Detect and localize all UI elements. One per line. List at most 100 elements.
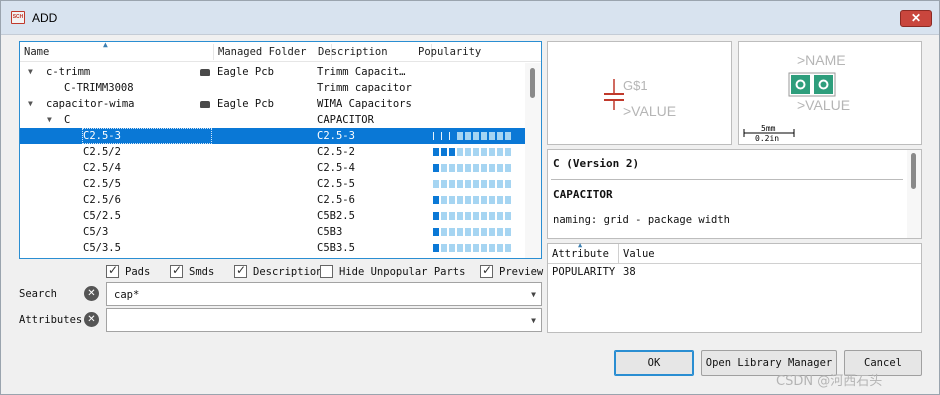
app-icon-label: SCH [12, 14, 24, 20]
pads-checkbox[interactable] [106, 263, 119, 278]
popularity-segment [465, 212, 471, 220]
attributes-input[interactable]: ▼ [106, 308, 542, 332]
symbol-preview[interactable]: G$1 >VALUE [547, 41, 732, 145]
value-column-header[interactable]: Value [623, 248, 655, 260]
column-header-popularity[interactable]: Popularity [418, 46, 481, 58]
popularity-segment [449, 148, 455, 156]
managed-folder: Eagle Pcb [217, 66, 274, 78]
table-row[interactable]: ▼ c-trimm Eagle Pcb Trimm Capacit… [20, 64, 525, 80]
title-bar: SCH ADD ✕ [1, 1, 939, 35]
popularity-segment [449, 164, 455, 172]
device-naming: naming: grid - package width [553, 214, 731, 226]
table-row[interactable]: C5/3 C5B3 [20, 224, 525, 240]
popularity-segment [465, 196, 471, 204]
popularity-segment [481, 148, 487, 156]
popularity-segment [489, 244, 495, 252]
expand-triangle-icon[interactable]: ▼ [47, 114, 52, 126]
clear-search-icon[interactable]: ✕ [84, 286, 99, 301]
table-row[interactable]: C2.5/6 C2.5-6 [20, 192, 525, 208]
table-row[interactable]: ▼ capacitor-wima Eagle Pcb WIMA Capacitors [20, 96, 525, 112]
popularity-bar [433, 212, 513, 220]
device-title: C (Version 2) [553, 157, 640, 170]
popularity-segment [457, 132, 463, 140]
popularity-segment [497, 228, 503, 236]
popularity-segment [457, 196, 463, 204]
smds-checkbox[interactable] [170, 263, 183, 278]
part-name: C2.5/6 [83, 194, 121, 206]
popularity-segment [465, 180, 471, 188]
description-checkbox[interactable] [234, 263, 247, 278]
popularity-segment [441, 164, 447, 172]
popularity-segment [481, 132, 487, 140]
column-divider[interactable] [213, 44, 214, 60]
popularity-segment [441, 228, 447, 236]
table-row[interactable]: C2.5/2 C2.5-2 [20, 144, 525, 160]
table-row[interactable]: C-TRIMM3008 Trimm capacitor [20, 80, 525, 96]
popularity-segment [449, 228, 455, 236]
table-row[interactable]: C5/3.5 C5B3.5 [20, 240, 525, 256]
popularity-segment [441, 148, 447, 156]
table-row[interactable]: C2.5/5 C2.5-5 [20, 176, 525, 192]
description-scrollbar[interactable] [907, 150, 921, 238]
popularity-segment [481, 244, 487, 252]
attribute-column-header[interactable]: Attribute [552, 248, 609, 260]
table-row[interactable]: ▼ C CAPACITOR [20, 112, 525, 128]
popularity-segment [505, 164, 511, 172]
attribute-value: 38 [623, 266, 636, 278]
scrollbar-thumb[interactable] [911, 153, 916, 189]
part-name: capacitor-wima [46, 98, 135, 110]
expand-triangle-icon[interactable]: ▼ [28, 66, 33, 78]
popularity-segment [457, 228, 463, 236]
popularity-segment [489, 228, 495, 236]
attributes-table: ▲ Attribute Value POPULARITY 38 [547, 241, 922, 333]
table-vertical-scrollbar[interactable] [525, 63, 541, 258]
popularity-segment [473, 244, 479, 252]
popularity-segment [465, 164, 471, 172]
popularity-segment [497, 180, 503, 188]
popularity-bar [433, 244, 513, 252]
part-description: C2.5-5 [317, 178, 355, 190]
column-header-description[interactable]: Description [318, 46, 388, 58]
description-label: Description [253, 266, 323, 278]
column-header-managed-folder[interactable]: Managed Folder [218, 46, 307, 58]
close-icon[interactable]: ✕ [900, 10, 932, 27]
attributes-header: ▲ Attribute Value [548, 241, 921, 264]
popularity-segment [433, 212, 439, 220]
popularity-segment [497, 196, 503, 204]
part-description: C5B2.5 [317, 210, 355, 222]
chevron-down-icon[interactable]: ▼ [531, 290, 536, 299]
expand-triangle-icon[interactable]: ▼ [28, 98, 33, 110]
popularity-segment [433, 180, 439, 188]
part-description: WIMA Capacitors [317, 98, 412, 110]
table-header: ▲ Name Managed Folder Description Popula… [20, 42, 541, 62]
chevron-down-icon[interactable]: ▼ [531, 316, 536, 325]
column-header-name[interactable]: Name [24, 46, 49, 58]
parts-table[interactable]: ▲ Name Managed Folder Description Popula… [19, 41, 542, 259]
hide-unpopular-checkbox[interactable] [320, 265, 333, 278]
table-row[interactable]: C2.5-3 C2.5-3 [20, 128, 525, 144]
scrollbar-thumb[interactable] [530, 68, 535, 98]
part-description: C5B3 [317, 226, 343, 238]
popularity-segment [449, 244, 455, 252]
popularity-segment [497, 212, 503, 220]
popularity-segment [449, 132, 451, 140]
attributes-label: Attributes [19, 314, 83, 326]
popularity-segment [489, 148, 495, 156]
table-row[interactable]: C2.5/4 C2.5-4 [20, 160, 525, 176]
popularity-segment [465, 244, 471, 252]
clear-attributes-icon[interactable]: ✕ [84, 312, 99, 327]
part-name: C2.5-3 [83, 130, 121, 142]
table-row[interactable]: C5/2.5 C5B2.5 [20, 208, 525, 224]
ok-button[interactable]: OK [614, 350, 694, 376]
popularity-bar [433, 148, 513, 156]
managed-folder-icon [200, 101, 210, 108]
managed-folder-icon [200, 69, 210, 76]
package-preview[interactable]: >NAME >VALUE 5mm 0.2in [738, 41, 922, 145]
column-divider[interactable] [618, 244, 619, 264]
popularity-bar [433, 164, 513, 172]
popularity-bar [433, 196, 513, 204]
search-input[interactable]: cap* ▼ [106, 282, 542, 306]
preview-checkbox[interactable] [480, 263, 493, 278]
popularity-segment [433, 196, 439, 204]
managed-folder: Eagle Pcb [217, 98, 274, 110]
